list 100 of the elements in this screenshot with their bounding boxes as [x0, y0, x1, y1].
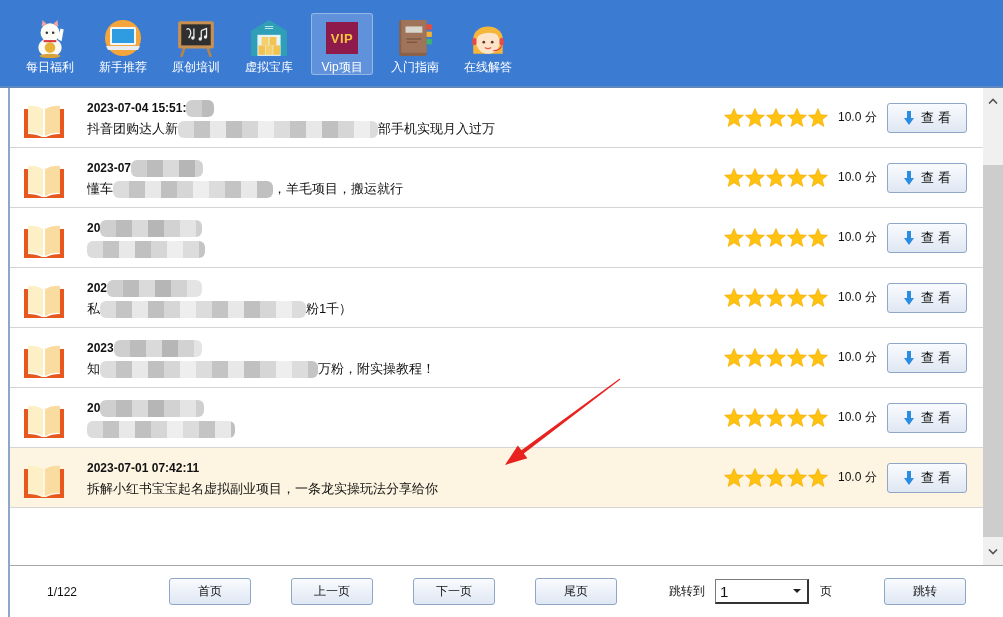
view-button[interactable]: 查看 [887, 462, 967, 493]
page-unit-label: 页 [820, 583, 832, 600]
down-arrow-icon [903, 290, 914, 305]
star-icon [766, 348, 786, 367]
view-button[interactable]: 查看 [887, 282, 967, 313]
toolbar-item[interactable]: 新手推荐 [92, 13, 154, 75]
down-arrow-icon [903, 350, 914, 365]
chalkboard-icon [177, 18, 215, 58]
chevron-up-icon [988, 98, 998, 104]
vip-badge: VIP [326, 22, 358, 54]
star-icon [724, 108, 744, 127]
star-icon [787, 108, 807, 127]
star-icon [766, 108, 786, 127]
post-title: 知 [87, 360, 100, 378]
post-date: 202 [87, 281, 108, 295]
score-text: 10.0 分 [838, 469, 878, 486]
list-row[interactable]: 20 10.0 分 查看 [10, 208, 983, 268]
score-text: 10.0 分 [838, 229, 878, 246]
previous-page-button[interactable]: 上一页 [291, 578, 373, 605]
star-icon [745, 468, 765, 487]
score-text: 10.0 分 [838, 349, 878, 366]
star-icon [808, 348, 828, 367]
list-row[interactable]: 2023-07 懂车 ，羊毛项目，搬运就行 10.0 分 查看 [10, 148, 983, 208]
post-date: 20 [87, 221, 101, 235]
toolbar-item[interactable]: 入门指南 [384, 13, 446, 75]
star-icon [724, 228, 744, 247]
toolbar-item[interactable]: VIP Vip项目 [311, 13, 373, 75]
post-date: 20 [87, 401, 101, 415]
post-title: 部手机实现月入过万 [378, 120, 495, 138]
star-icon [724, 468, 744, 487]
post-title: 粉1千） [306, 300, 353, 318]
star-icon [787, 288, 807, 307]
first-page-button[interactable]: 首页 [169, 578, 251, 605]
post-title: 懂车 [87, 180, 113, 198]
next-page-button[interactable]: 下一页 [413, 578, 495, 605]
star-icon [724, 168, 744, 187]
down-arrow-icon [903, 470, 914, 485]
score-text: 10.0 分 [838, 169, 878, 186]
star-icon [766, 288, 786, 307]
star-icon [808, 288, 828, 307]
list-row[interactable]: 2023-07-04 15:51: 抖音团购达人新 部手机实现月入过万 10.0 分 查看 [10, 88, 983, 148]
jump-label: 跳转到 [669, 583, 705, 600]
view-button[interactable]: 查看 [887, 102, 967, 133]
view-button[interactable]: 查看 [887, 162, 967, 193]
view-button[interactable]: 查看 [887, 342, 967, 373]
post-title: 拆解小红书宝宝起名虚拟副业项目，一条龙实操玩法分享给你 [87, 480, 438, 498]
star-icon [787, 168, 807, 187]
down-arrow-icon [903, 410, 914, 425]
star-icon [787, 348, 807, 367]
last-page-button[interactable]: 尾页 [535, 578, 617, 605]
star-icon [766, 408, 786, 427]
scrollbar[interactable] [983, 88, 1003, 565]
caret-icon [793, 589, 801, 593]
notebook-icon [396, 18, 434, 58]
warehouse-icon [250, 18, 288, 58]
page-select[interactable]: 1 [715, 579, 809, 604]
post-date: 2023-07-01 07:42:11 [87, 461, 200, 475]
star-icon [787, 408, 807, 427]
star-icon [808, 168, 828, 187]
post-title: 万粉，附实操教程！ [318, 360, 435, 378]
post-date: 2023-07-04 15:51: [87, 101, 187, 115]
star-icon [766, 468, 786, 487]
star-icon [766, 168, 786, 187]
star-icon [808, 468, 828, 487]
star-icon [724, 348, 744, 367]
list-row[interactable]: 2023-07-01 07:42:11 拆解小红书宝宝起名虚拟副业项目，一条龙实操玩法分享给你 10.0 分 查看 [10, 448, 983, 508]
star-icon [745, 288, 765, 307]
star-icon [724, 288, 744, 307]
toolbar-item[interactable]: 原创培训 [165, 13, 227, 75]
jump-button[interactable]: 跳转 [884, 578, 966, 605]
post-date: 2023-07 [87, 161, 132, 175]
toolbar-item[interactable]: 虚拟宝库 [238, 13, 300, 75]
score-text: 10.0 分 [838, 289, 878, 306]
star-icon [808, 408, 828, 427]
list-row[interactable]: 202 私 粉1千） 10.0 分 查看 [10, 268, 983, 328]
down-arrow-icon [903, 230, 914, 245]
star-icon [766, 228, 786, 247]
toolbar-item[interactable]: 在线解答 [457, 13, 519, 75]
star-icon [787, 228, 807, 247]
list-row[interactable]: 2023 知 万粉，附实操教程！ 10.0 分 查看 [10, 328, 983, 388]
chevron-down-icon [988, 549, 998, 555]
star-icon [745, 108, 765, 127]
view-button[interactable]: 查看 [887, 402, 967, 433]
toolbar-item[interactable]: 每日福利 [19, 13, 81, 75]
scroll-thumb[interactable] [983, 165, 1003, 537]
star-icon [745, 168, 765, 187]
star-icon [745, 408, 765, 427]
score-text: 10.0 分 [838, 109, 878, 126]
post-title: 私 [87, 300, 100, 318]
star-icon [724, 408, 744, 427]
post-title: 抖音团购达人新 [87, 120, 178, 138]
post-date: 2023 [87, 341, 114, 355]
star-icon [808, 108, 828, 127]
view-button[interactable]: 查看 [887, 222, 967, 253]
star-icon [745, 348, 765, 367]
score-text: 10.0 分 [838, 409, 878, 426]
page-counter: 1/122 [47, 584, 79, 599]
laptop-icon [104, 18, 142, 58]
down-arrow-icon [903, 170, 914, 185]
star-icon [808, 228, 828, 247]
